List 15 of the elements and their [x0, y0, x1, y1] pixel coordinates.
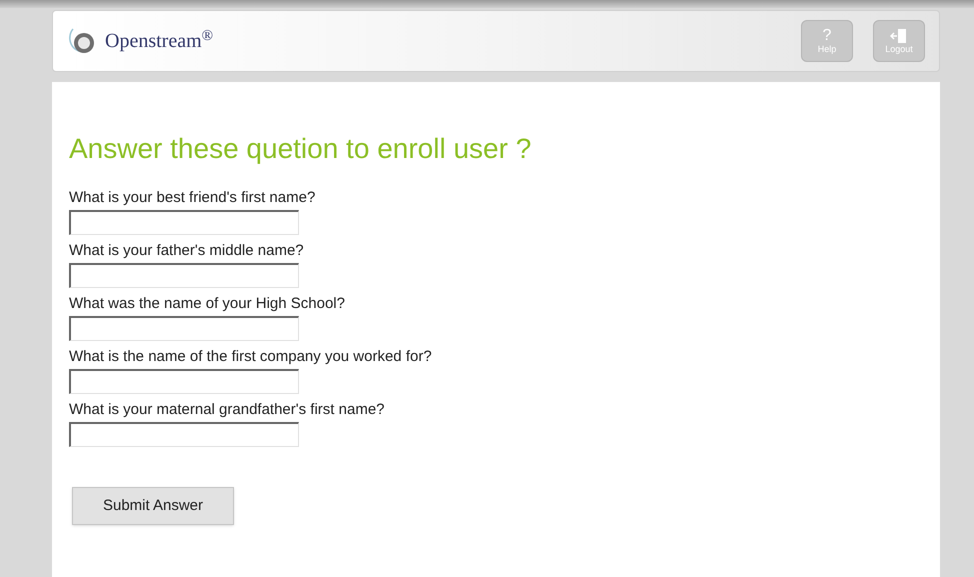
question-label: What is the name of the first company you worked for?: [69, 347, 432, 367]
answer-field[interactable]: [69, 263, 299, 288]
answer-field[interactable]: [69, 210, 299, 235]
question-label: What is your father's middle name?: [69, 241, 304, 261]
logo-text: Openstream$^{®}$: [105, 26, 214, 54]
exit-door-icon: [890, 28, 908, 44]
question-icon: ?: [822, 28, 832, 44]
page-heading: Answer these quetion to enroll user ?: [69, 132, 532, 166]
answer-field[interactable]: [69, 316, 299, 341]
answer-field[interactable]: [69, 369, 299, 394]
submit-button[interactable]: Submit Answer: [72, 487, 234, 525]
question-label: What was the name of your High School?: [69, 294, 345, 314]
question-label: What is your maternal grandfather's first name?: [69, 400, 384, 420]
answer-field[interactable]: [69, 422, 299, 447]
question-label: What is your best friend's first name?: [69, 188, 316, 208]
